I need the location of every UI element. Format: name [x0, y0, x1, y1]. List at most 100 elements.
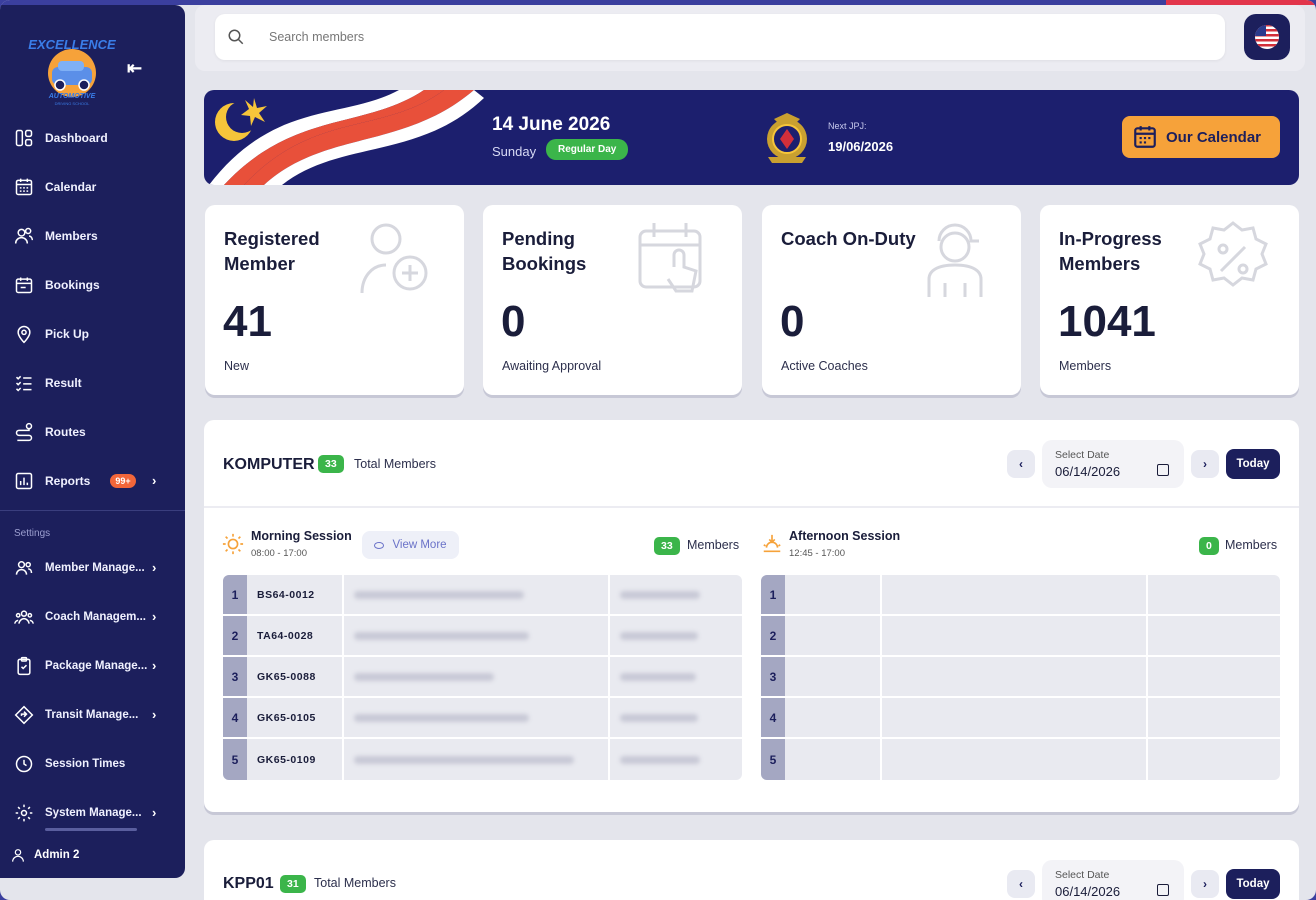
total-members-badge: 31	[280, 875, 306, 893]
view-more-button[interactable]: View More	[362, 531, 459, 559]
search-input[interactable]	[269, 30, 1069, 44]
search-icon	[228, 29, 244, 45]
calendar-icon[interactable]	[1157, 464, 1169, 476]
our-calendar-button[interactable]: Our Calendar	[1122, 116, 1280, 158]
row-number: 5	[223, 739, 247, 780]
stat-title: In-Progress Members	[1059, 228, 1162, 274]
table-row[interactable]: 4 GK65-0105	[223, 698, 742, 739]
stat-card-registered[interactable]: Registered Member 41 New	[205, 205, 464, 395]
clipboard-icon	[13, 655, 35, 677]
collapse-left-icon[interactable]: ⇤	[127, 58, 142, 79]
sidebar-item-transit-management[interactable]: Transit Manage... ›	[0, 690, 185, 739]
sidebar-item-pickup[interactable]: Pick Up	[0, 309, 185, 358]
today-button[interactable]: Today	[1226, 869, 1280, 899]
afternoon-session-title: Afternoon Session	[789, 529, 901, 543]
member-info-redacted	[610, 657, 742, 696]
chevron-right-icon[interactable]: ›	[152, 707, 156, 722]
chevron-right-icon[interactable]: ›	[152, 473, 156, 488]
stat-value: 1041	[1058, 297, 1156, 346]
chevron-right-icon[interactable]: ›	[152, 609, 156, 624]
sidebar-item-routes[interactable]: Routes	[0, 407, 185, 456]
sidebar-item-label: Transit Manage...	[45, 708, 139, 721]
checklist-icon	[13, 372, 35, 394]
stat-title: Registered Member	[224, 228, 320, 274]
gear-icon	[13, 802, 35, 824]
calendar-icon[interactable]	[1157, 884, 1169, 896]
table-row[interactable]: 5 GK65-0109	[223, 739, 742, 780]
next-jpj-label: Next JPJ:	[828, 121, 867, 131]
previous-date-button[interactable]: ‹	[1007, 870, 1035, 898]
user-profile[interactable]: Admin 2	[10, 847, 79, 863]
sidebar-item-bookings[interactable]: Bookings	[0, 260, 185, 309]
app-frame: EXCELLENCE AUTOMOTIVE DRIVING SCHOOL ⇤ D…	[0, 0, 1316, 900]
class-panel-komputer: KOMPUTER 33 Total Members ‹ Select Date …	[204, 420, 1299, 812]
table-row[interactable]: 2	[761, 616, 1280, 657]
current-date: 14 June 2026	[492, 114, 611, 135]
member-name-redacted	[344, 575, 610, 614]
stat-value: 41	[223, 297, 272, 346]
morning-session-title: Morning Session	[251, 529, 352, 543]
date-picker[interactable]: Select Date 06/14/2026	[1042, 860, 1184, 900]
sidebar-item-session-times[interactable]: Session Times	[0, 739, 185, 788]
date-picker[interactable]: Select Date 06/14/2026	[1042, 440, 1184, 488]
user-name: Admin 2	[34, 849, 80, 861]
sidebar-item-member-management[interactable]: Member Manage... ›	[0, 543, 185, 592]
percent-badge-icon	[1191, 217, 1275, 301]
table-row[interactable]: 3 GK65-0088	[223, 657, 742, 698]
location-pin-icon	[13, 323, 35, 345]
calendar-touch-icon	[634, 217, 718, 301]
stat-card-pending-bookings[interactable]: Pending Bookings 0 Awaiting Approval	[483, 205, 742, 395]
stat-card-coach-on-duty[interactable]: Coach On-Duty 0 Active Coaches	[762, 205, 1021, 395]
table-row[interactable]: 1	[761, 575, 1280, 616]
language-button[interactable]	[1244, 14, 1290, 60]
sidebar-item-label: Session Times	[45, 757, 126, 770]
sidebar-item-coach-management[interactable]: Coach Managem... ›	[0, 592, 185, 641]
chevron-right-icon[interactable]: ›	[152, 805, 156, 820]
afternoon-members-label: Members	[1225, 538, 1278, 552]
chevron-right-icon[interactable]: ›	[152, 658, 156, 673]
sidebar-item-label: Member Manage...	[45, 561, 145, 574]
next-jpj-date: 19/06/2026	[828, 139, 894, 154]
sidebar-item-label: Coach Managem...	[45, 610, 146, 623]
member-name-redacted	[344, 616, 610, 655]
next-date-button[interactable]: ›	[1191, 870, 1219, 898]
chevron-right-icon[interactable]: ›	[152, 560, 156, 575]
us-flag-icon	[1255, 25, 1279, 49]
sidebar-item-reports[interactable]: Reports 99+ ›	[0, 456, 185, 505]
today-button[interactable]: Today	[1226, 449, 1280, 479]
sidebar-item-package-management[interactable]: Package Manage... ›	[0, 641, 185, 690]
next-date-button[interactable]: ›	[1191, 450, 1219, 478]
row-number: 1	[761, 575, 785, 614]
dashboard-icon	[13, 127, 35, 149]
stat-subtitle: New	[224, 359, 250, 373]
sidebar-item-dashboard[interactable]: Dashboard	[0, 113, 185, 162]
route-icon	[13, 421, 35, 443]
sidebar-item-label: Routes	[45, 424, 86, 439]
sidebar-scroll-indicator[interactable]	[45, 828, 137, 831]
table-row[interactable]: 3	[761, 657, 1280, 698]
afternoon-session-time: 12:45 - 17:00	[789, 548, 845, 559]
stat-card-in-progress[interactable]: In-Progress Members 1041 Members	[1040, 205, 1299, 395]
member-name-redacted	[344, 657, 610, 696]
table-row[interactable]: 4	[761, 698, 1280, 739]
previous-date-button[interactable]: ‹	[1007, 450, 1035, 478]
table-row[interactable]: 5	[761, 739, 1280, 780]
search-bar[interactable]	[215, 14, 1225, 60]
sidebar-item-members[interactable]: Members	[0, 211, 185, 260]
sidebar-item-label: Reports	[45, 473, 91, 488]
total-members-badge: 33	[318, 455, 344, 473]
sidebar-item-calendar[interactable]: Calendar	[0, 162, 185, 211]
date-picker-label: Select Date	[1055, 869, 1110, 881]
bookings-icon	[13, 274, 35, 296]
table-row[interactable]: 2 TA64-0028	[223, 616, 742, 657]
logo[interactable]: EXCELLENCE AUTOMOTIVE DRIVING SCHOOL	[22, 27, 122, 107]
our-calendar-label: Our Calendar	[1166, 128, 1262, 146]
table-row[interactable]: 1 BS64-0012	[223, 575, 742, 616]
sidebar-item-result[interactable]: Result	[0, 358, 185, 407]
day-type-badge: Regular Day	[546, 139, 629, 160]
total-members-label: Total Members	[314, 876, 396, 890]
morning-session-table: 1 BS64-0012 2 TA64-0028 3 GK65-0088 4 GK65-0…	[223, 575, 742, 780]
row-number: 3	[761, 657, 785, 696]
sidebar-item-label: Calendar	[45, 179, 97, 194]
row-number: 3	[223, 657, 247, 696]
